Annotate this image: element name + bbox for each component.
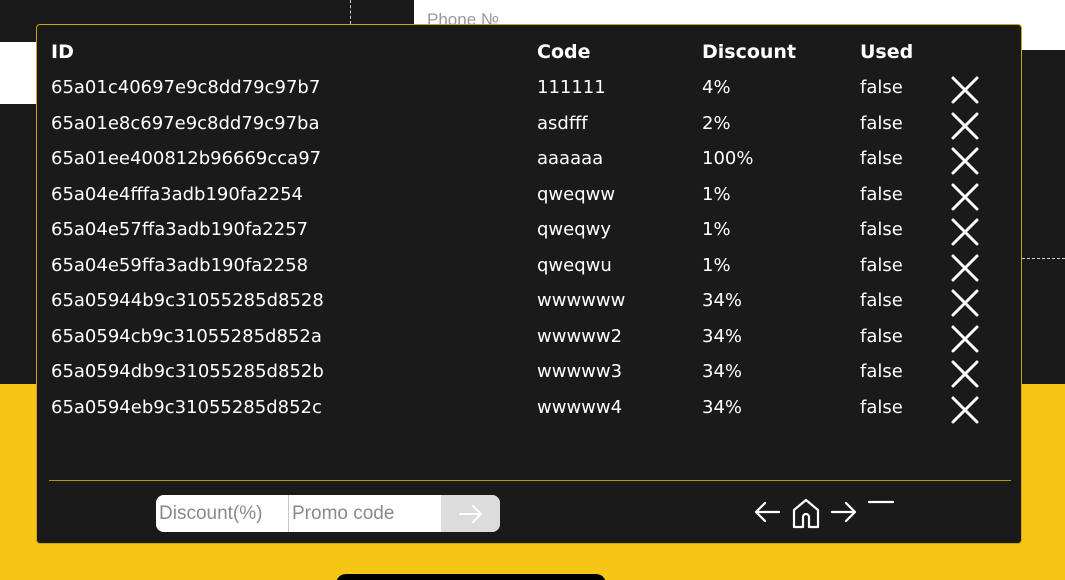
close-icon bbox=[951, 289, 979, 317]
promo-used: false bbox=[860, 396, 903, 418]
promo-used: false bbox=[860, 290, 903, 311]
previous-page-button[interactable] bbox=[753, 499, 781, 525]
promo-discount: 34% bbox=[702, 361, 743, 382]
promo-code: 111111 bbox=[537, 77, 606, 98]
background-panel-left bbox=[0, 42, 40, 104]
background-black-button bbox=[336, 574, 606, 580]
promo-used: false bbox=[860, 148, 903, 169]
promo-discount: 34% bbox=[702, 290, 743, 311]
close-icon bbox=[951, 396, 979, 423]
arrow-right-icon bbox=[458, 504, 482, 523]
promo-id: 65a04e57ffa3adb190fa2257 bbox=[51, 219, 309, 240]
promo-id: 65a04e4fffa3adb190fa2254 bbox=[51, 183, 303, 205]
close-icon bbox=[951, 325, 979, 352]
promo-code: wwwwww bbox=[537, 290, 626, 311]
promo-used: false bbox=[860, 183, 903, 205]
promo-discount: 1% bbox=[702, 219, 731, 240]
promo-discount: 34% bbox=[702, 325, 743, 347]
table-row: 65a04e57ffa3adb190fa2257 qweqwy 1% false bbox=[37, 215, 1021, 251]
close-icon bbox=[951, 147, 979, 175]
table-row: 65a04e59ffa3adb190fa2258 qweqwu 1% false bbox=[37, 251, 1021, 287]
delete-promo-button[interactable] bbox=[950, 359, 980, 389]
promo-code: qweqww bbox=[537, 183, 616, 205]
home-page-button[interactable] bbox=[791, 497, 821, 529]
delete-promo-button[interactable] bbox=[950, 253, 980, 283]
promo-used: false bbox=[860, 77, 903, 98]
promo-id: 65a04e59ffa3adb190fa2258 bbox=[51, 254, 309, 276]
table-row: 65a01c40697e9c8dd79c97b7 111111 4% false bbox=[37, 73, 1021, 109]
add-promo-button[interactable] bbox=[441, 495, 500, 532]
next-page-button[interactable] bbox=[830, 499, 858, 525]
promo-discount: 4% bbox=[702, 77, 731, 98]
delete-promo-button[interactable] bbox=[950, 324, 980, 354]
promo-discount: 34% bbox=[702, 396, 743, 418]
close-icon bbox=[951, 254, 979, 281]
table-row: 65a0594eb9c31055285d852c wwwww4 34% false bbox=[37, 393, 1021, 429]
promo-code: wwwww4 bbox=[537, 396, 623, 418]
promo-discount: 1% bbox=[702, 254, 731, 276]
promo-code: wwwww2 bbox=[537, 325, 623, 347]
footer-divider bbox=[49, 480, 1011, 481]
promo-id: 65a0594eb9c31055285d852c bbox=[51, 396, 322, 418]
promo-used: false bbox=[860, 325, 903, 347]
delete-promo-button[interactable] bbox=[950, 146, 980, 176]
promo-code: qweqwu bbox=[537, 254, 612, 276]
close-icon bbox=[951, 76, 979, 104]
table-row: 65a01ee400812b96669cca97 aaaaaa 100% false bbox=[37, 144, 1021, 180]
promo-used: false bbox=[860, 254, 903, 276]
promo-discount: 1% bbox=[702, 183, 731, 205]
promo-discount: 100% bbox=[702, 148, 754, 169]
promo-code: wwwww3 bbox=[537, 361, 623, 382]
table-row: 65a04e4fffa3adb190fa2254 qweqww 1% false bbox=[37, 180, 1021, 216]
promo-used: false bbox=[860, 361, 903, 382]
close-icon bbox=[951, 218, 979, 246]
arrow-right-icon bbox=[830, 501, 857, 523]
discount-input[interactable] bbox=[156, 495, 289, 532]
promo-id: 65a01e8c697e9c8dd79c97ba bbox=[51, 112, 320, 134]
promo-id: 65a01c40697e9c8dd79c97b7 bbox=[51, 77, 321, 98]
home-icon bbox=[792, 498, 820, 529]
table-row: 65a0594db9c31055285d852b wwwww3 34% false bbox=[37, 357, 1021, 393]
promo-codes-modal: ID Code Discount Used 65a01c40697e9c8dd7… bbox=[36, 24, 1022, 544]
promo-code: aaaaaa bbox=[537, 148, 604, 169]
promo-used: false bbox=[860, 219, 903, 240]
promo-discount: 2% bbox=[702, 112, 731, 134]
header-discount: Discount bbox=[702, 41, 797, 63]
promo-id: 65a0594db9c31055285d852b bbox=[51, 361, 324, 382]
promo-used: false bbox=[860, 112, 903, 134]
promo-code: qweqwy bbox=[537, 219, 612, 240]
table-row: 65a05944b9c31055285d8528 wwwwww 34% false bbox=[37, 286, 1021, 322]
promo-code-list: 65a01c40697e9c8dd79c97b7 111111 4% false 65a… bbox=[37, 73, 1021, 428]
header-code: Code bbox=[537, 41, 591, 63]
close-icon bbox=[951, 360, 979, 388]
background-divider-vertical bbox=[350, 0, 351, 24]
delete-promo-button[interactable] bbox=[950, 217, 980, 247]
table-row: 65a0594cb9c31055285d852a wwwww2 34% false bbox=[37, 322, 1021, 358]
promo-id: 65a05944b9c31055285d8528 bbox=[51, 290, 324, 311]
delete-promo-button[interactable] bbox=[950, 395, 980, 425]
table-header: ID Code Discount Used bbox=[37, 41, 1021, 69]
promo-id: 65a0594cb9c31055285d852a bbox=[51, 325, 322, 347]
delete-promo-button[interactable] bbox=[950, 111, 980, 141]
header-used: Used bbox=[860, 41, 914, 63]
promo-id: 65a01ee400812b96669cca97 bbox=[51, 148, 322, 169]
delete-promo-button[interactable] bbox=[950, 182, 980, 212]
close-icon bbox=[951, 183, 979, 210]
delete-promo-button[interactable] bbox=[950, 288, 980, 318]
close-icon bbox=[951, 112, 979, 139]
arrow-left-icon bbox=[754, 501, 781, 523]
add-promo-form bbox=[156, 495, 500, 532]
delete-promo-button[interactable] bbox=[950, 75, 980, 105]
minimize-button[interactable] bbox=[867, 494, 895, 510]
promo-code: asdfff bbox=[537, 112, 588, 134]
minus-icon bbox=[867, 500, 895, 504]
table-row: 65a01e8c697e9c8dd79c97ba asdfff 2% false bbox=[37, 109, 1021, 145]
header-id: ID bbox=[51, 41, 74, 63]
background-divider-horizontal bbox=[1022, 258, 1065, 259]
promo-code-input[interactable] bbox=[289, 495, 441, 532]
